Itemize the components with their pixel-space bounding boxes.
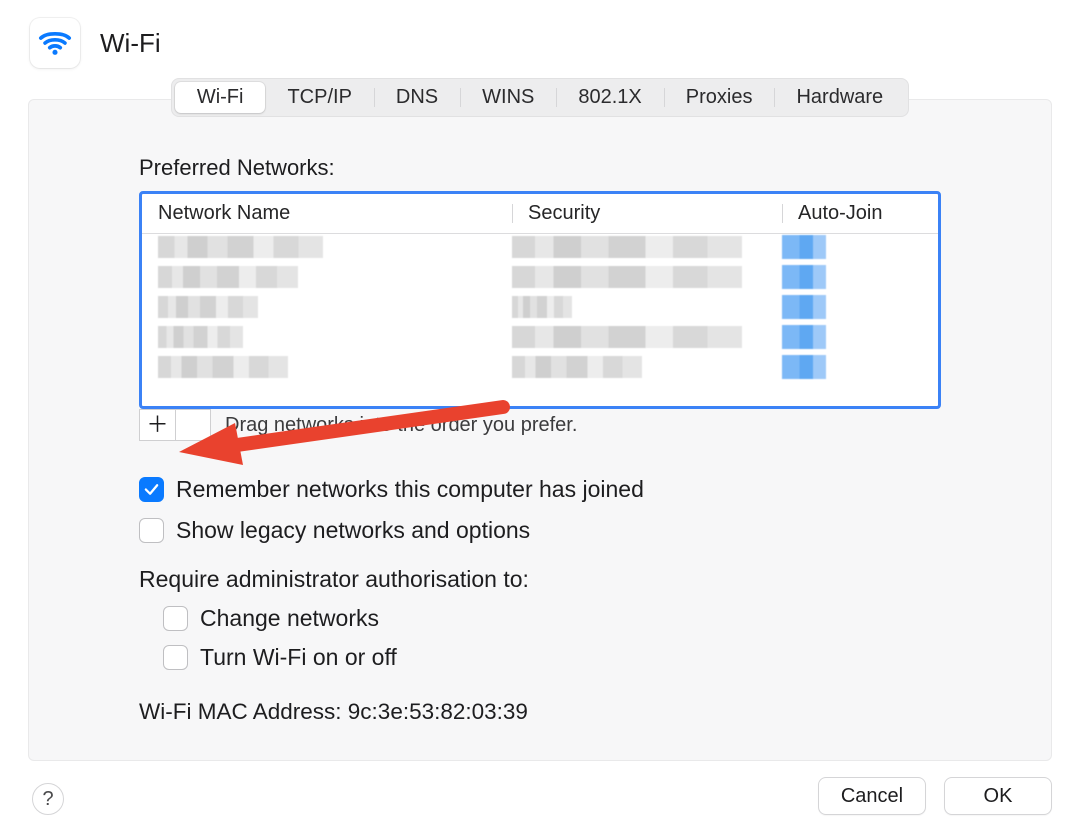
page-title: Wi-Fi xyxy=(100,28,161,59)
remember-networks-label: Remember networks this computer has join… xyxy=(176,476,644,503)
change-networks-label: Change networks xyxy=(200,605,379,632)
remember-networks-checkbox[interactable] xyxy=(139,477,164,502)
help-icon: ? xyxy=(42,788,53,811)
redacted-cell xyxy=(512,326,742,348)
redacted-cell xyxy=(158,296,258,318)
tab-tcpip[interactable]: TCP/IP xyxy=(265,82,373,113)
redacted-cell xyxy=(158,326,243,348)
column-network-name[interactable]: Network Name xyxy=(142,202,512,225)
mac-address-value: 9c:3e:53:82:03:39 xyxy=(348,699,528,724)
remove-network-button[interactable]: － xyxy=(175,409,211,441)
toggle-wifi-label: Turn Wi-Fi on or off xyxy=(200,644,397,671)
mac-address-label: Wi-Fi MAC Address: xyxy=(139,699,348,724)
tab-proxies[interactable]: Proxies xyxy=(664,82,775,113)
check-icon xyxy=(143,481,160,498)
help-button[interactable]: ? xyxy=(32,783,64,815)
table-row[interactable] xyxy=(142,264,938,294)
mac-address-row: Wi-Fi MAC Address: 9c:3e:53:82:03:39 xyxy=(139,699,941,725)
column-security[interactable]: Security xyxy=(512,202,782,225)
column-auto-join[interactable]: Auto-Join xyxy=(782,202,938,225)
tab-8021x[interactable]: 802.1X xyxy=(556,82,663,113)
redacted-cell xyxy=(782,265,826,289)
wifi-icon xyxy=(30,18,80,68)
preferred-networks-label: Preferred Networks: xyxy=(139,155,941,181)
redacted-cell xyxy=(512,296,572,318)
redacted-cell xyxy=(782,355,826,379)
redacted-cell xyxy=(782,235,826,259)
redacted-cell xyxy=(512,266,742,288)
redacted-cell xyxy=(782,295,826,319)
drag-hint: Drag networks into the order you prefer. xyxy=(225,414,577,437)
tab-hardware[interactable]: Hardware xyxy=(774,82,905,113)
redacted-cell xyxy=(158,356,288,378)
table-row[interactable] xyxy=(142,354,938,384)
toggle-wifi-checkbox[interactable] xyxy=(163,645,188,670)
redacted-cell xyxy=(512,356,642,378)
plus-icon: ＋ xyxy=(146,414,168,436)
show-legacy-checkbox[interactable] xyxy=(139,518,164,543)
wifi-panel: Preferred Networks: Network Name Securit… xyxy=(28,99,1052,761)
add-network-button[interactable]: ＋ xyxy=(139,409,175,441)
tab-dns[interactable]: DNS xyxy=(374,82,460,113)
table-row[interactable] xyxy=(142,234,938,264)
redacted-cell xyxy=(782,325,826,349)
ok-button[interactable]: OK xyxy=(944,777,1052,815)
table-row[interactable] xyxy=(142,324,938,354)
redacted-cell xyxy=(158,236,323,258)
tab-wifi[interactable]: Wi-Fi xyxy=(175,82,266,113)
change-networks-checkbox[interactable] xyxy=(163,606,188,631)
redacted-cell xyxy=(512,236,742,258)
tab-wins[interactable]: WINS xyxy=(460,82,556,113)
show-legacy-label: Show legacy networks and options xyxy=(176,517,530,544)
table-row[interactable] xyxy=(142,294,938,324)
cancel-button[interactable]: Cancel xyxy=(818,777,926,815)
require-admin-label: Require administrator authorisation to: xyxy=(139,566,941,593)
preferred-networks-table[interactable]: Network Name Security Auto-Join xyxy=(139,191,941,409)
tabs: Wi-Fi TCP/IP DNS WINS 802.1X Proxies Har… xyxy=(171,78,909,117)
redacted-cell xyxy=(158,266,298,288)
